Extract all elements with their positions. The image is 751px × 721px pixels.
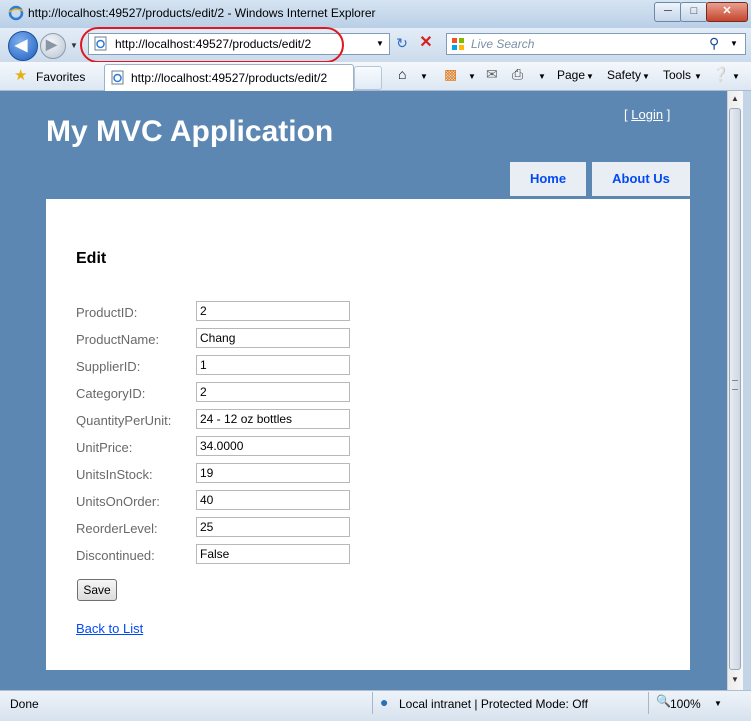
field-label-unitsonorder: UnitsOnOrder: — [76, 494, 160, 509]
search-box[interactable]: Live Search ⚲ ▼ — [446, 33, 746, 55]
unitsinstock-input[interactable] — [196, 463, 350, 483]
favorites-button[interactable]: ★ Favorites — [8, 66, 98, 86]
favorites-label: Favorites — [36, 70, 86, 84]
safety-menu-dropdown-icon: ▼ — [642, 72, 650, 81]
field-label-supplierid: SupplierID: — [76, 359, 141, 374]
window-title-bar[interactable]: http://localhost:49527/products/edit/2 -… — [0, 0, 751, 29]
close-button[interactable]: ✕ — [706, 2, 748, 22]
menu-tab-about-us[interactable]: About Us — [592, 162, 690, 196]
print-icon[interactable]: ⎙ — [512, 66, 523, 83]
login-bracket-open: [ — [624, 107, 628, 122]
supplierid-input[interactable] — [196, 355, 350, 375]
field-label-discontinued: Discontinued: — [76, 548, 155, 563]
scroll-down-arrow-icon[interactable]: ▼ — [728, 673, 742, 687]
safety-menu[interactable]: Safety — [607, 68, 641, 82]
productname-input[interactable] — [196, 328, 350, 348]
help-icon[interactable]: ❔ — [712, 66, 729, 83]
help-dropdown-icon[interactable]: ▼ — [732, 72, 740, 81]
security-zone-text[interactable]: Local intranet | Protected Mode: Off — [399, 697, 588, 711]
app-title: My MVC Application — [46, 115, 334, 148]
ie-logo-icon — [8, 5, 24, 21]
address-dropdown-icon[interactable]: ▼ — [376, 39, 384, 48]
field-label-productname: ProductName: — [76, 332, 160, 347]
stop-icon[interactable]: ✕ — [416, 33, 436, 53]
quantityperunit-input[interactable] — [196, 409, 350, 429]
scroll-up-arrow-icon[interactable]: ▲ — [728, 92, 742, 106]
categoryid-input[interactable] — [196, 382, 350, 402]
feeds-dropdown-icon[interactable]: ▼ — [468, 72, 476, 81]
tab-page-icon — [111, 70, 124, 85]
login-bracket-close: ] — [666, 107, 671, 122]
intranet-zone-icon: ● — [380, 694, 389, 710]
zoom-level[interactable]: 100% — [670, 697, 701, 711]
window-title: http://localhost:49527/products/edit/2 -… — [28, 6, 376, 20]
status-bar — [0, 690, 751, 721]
live-search-logo-icon — [452, 38, 464, 50]
back-arrow-icon: ◀ — [15, 37, 28, 54]
zoom-dropdown-icon[interactable]: ▼ — [714, 699, 722, 708]
page-menu[interactable]: Page — [557, 68, 585, 82]
unitsonorder-input[interactable] — [196, 490, 350, 510]
tools-menu-dropdown-icon: ▼ — [694, 72, 702, 81]
field-label-reorderlevel: ReorderLevel: — [76, 521, 158, 536]
home-dropdown-icon[interactable]: ▼ — [420, 72, 428, 81]
page-menu-dropdown-icon: ▼ — [586, 72, 594, 81]
print-dropdown-icon[interactable]: ▼ — [538, 72, 546, 81]
back-to-list-link[interactable]: Back to List — [76, 621, 143, 636]
status-text: Done — [10, 697, 39, 711]
feeds-icon[interactable]: ▩ — [444, 66, 457, 83]
save-button[interactable]: Save — [77, 579, 117, 601]
discontinued-input[interactable] — [196, 544, 350, 564]
field-label-productid: ProductID: — [76, 305, 138, 320]
status-divider — [648, 692, 649, 714]
search-options-dropdown-icon[interactable]: ▼ — [730, 39, 738, 48]
maximize-button[interactable]: □ — [680, 2, 708, 22]
search-placeholder[interactable]: Live Search — [471, 37, 534, 51]
page-heading: Edit — [76, 250, 107, 267]
login-link[interactable]: Login — [631, 107, 663, 122]
window-frame-right — [743, 91, 751, 690]
tab-title: http://localhost:49527/products/edit/2 — [131, 71, 328, 85]
favorites-star-icon: ★ — [14, 67, 28, 84]
field-label-categoryid: CategoryID: — [76, 386, 146, 401]
field-label-unitsinstock: UnitsInStock: — [76, 467, 153, 482]
home-icon[interactable]: ⌂ — [398, 66, 406, 82]
recent-pages-dropdown-icon[interactable]: ▼ — [70, 41, 78, 50]
search-icon[interactable]: ⚲ — [709, 35, 719, 52]
main-content — [46, 199, 690, 670]
status-divider — [372, 692, 373, 714]
minimize-button[interactable]: ─ — [654, 2, 682, 22]
new-tab-button[interactable] — [354, 66, 382, 90]
forward-arrow-icon: ▶ — [46, 36, 57, 52]
zoom-icon[interactable]: 🔍 — [656, 694, 671, 708]
unitprice-input[interactable] — [196, 436, 350, 456]
scrollbar-grip — [732, 380, 738, 390]
field-label-unitprice: UnitPrice: — [76, 440, 133, 455]
address-highlight-annotation — [80, 27, 344, 63]
menu-tab-home[interactable]: Home — [510, 162, 586, 196]
mail-icon[interactable]: ✉ — [486, 66, 498, 83]
back-button[interactable]: ◀ — [8, 31, 38, 61]
forward-button[interactable]: ▶ — [40, 33, 66, 59]
login-area: [ Login ] — [624, 107, 670, 122]
productid-input[interactable] — [196, 301, 350, 321]
field-label-quantityperunit: QuantityPerUnit: — [76, 413, 172, 428]
browser-tab[interactable]: http://localhost:49527/products/edit/2 — [104, 64, 354, 91]
tools-menu[interactable]: Tools — [663, 68, 691, 82]
reorderlevel-input[interactable] — [196, 517, 350, 537]
refresh-icon[interactable]: ↻ — [392, 33, 412, 53]
